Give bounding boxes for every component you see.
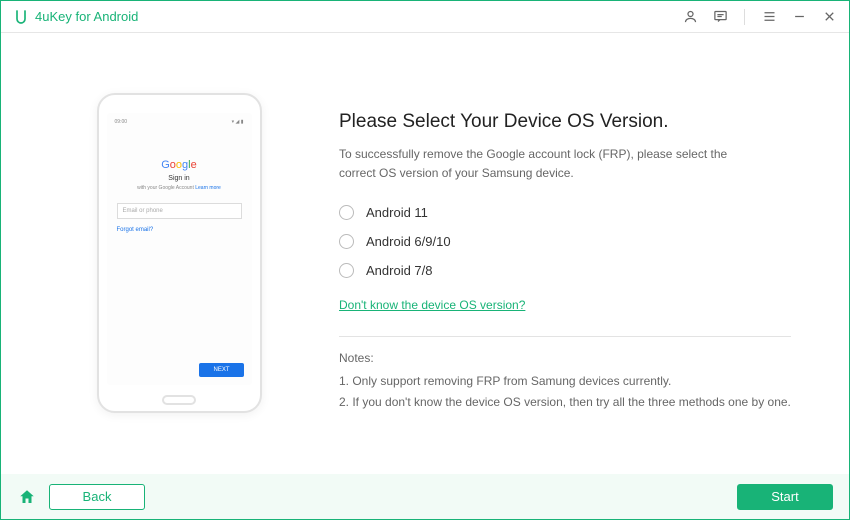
phone-frame: 09:00 ▾ ◢ ▮ Google Sign in with your Goo… (97, 93, 262, 413)
content-pane: Please Select Your Device OS Version. To… (329, 63, 821, 475)
os-option-label: Android 6/9/10 (366, 234, 451, 249)
phone-signin-heading: Sign in (113, 175, 246, 182)
phone-email-input: Email or phone (117, 203, 242, 219)
phone-signin-sub: with your Google Account Learn more (113, 185, 246, 191)
intro-text: To successfully remove the Google accoun… (339, 145, 759, 183)
back-button-label: Back (83, 489, 112, 504)
phone-status-bar: 09:00 ▾ ◢ ▮ (113, 119, 246, 129)
home-icon[interactable] (17, 487, 37, 507)
phone-home-button (162, 395, 196, 405)
account-icon[interactable] (682, 9, 698, 25)
os-option-android-7-8[interactable]: Android 7/8 (339, 263, 791, 278)
os-option-label: Android 11 (366, 205, 428, 220)
radio-icon (339, 234, 354, 249)
titlebar-divider (744, 9, 745, 25)
phone-time: 09:00 (115, 119, 128, 125)
device-preview-pane: 09:00 ▾ ◢ ▮ Google Sign in with your Goo… (29, 63, 329, 475)
close-icon[interactable] (821, 9, 837, 25)
note-line: 1. Only support removing FRP from Samung… (339, 371, 791, 391)
app-logo-icon (13, 9, 29, 25)
os-options-group: Android 11 Android 6/9/10 Android 7/8 (339, 205, 791, 278)
footer-bar: Back Start (1, 474, 849, 519)
phone-status-icons: ▾ ◢ ▮ (232, 119, 244, 125)
titlebar: 4uKey for Android (1, 1, 849, 33)
start-button[interactable]: Start (737, 484, 833, 510)
title-left: 4uKey for Android (13, 9, 138, 25)
google-logo: Google (113, 159, 246, 171)
help-link-os-version[interactable]: Don't know the device OS version? (339, 298, 525, 312)
menu-icon[interactable] (761, 9, 777, 25)
phone-forgot-link: Forgot email? (117, 227, 242, 233)
feedback-icon[interactable] (712, 9, 728, 25)
phone-next-button: NEXT (199, 363, 243, 377)
os-option-android-6-9-10[interactable]: Android 6/9/10 (339, 234, 791, 249)
main-area: 09:00 ▾ ◢ ▮ Google Sign in with your Goo… (1, 33, 849, 475)
app-title: 4uKey for Android (35, 9, 138, 24)
minimize-icon[interactable] (791, 9, 807, 25)
phone-screen: 09:00 ▾ ◢ ▮ Google Sign in with your Goo… (107, 113, 252, 385)
radio-icon (339, 263, 354, 278)
note-line: 2. If you don't know the device OS versi… (339, 392, 791, 412)
start-button-label: Start (771, 489, 798, 504)
os-option-android-11[interactable]: Android 11 (339, 205, 791, 220)
notes-divider (339, 336, 791, 337)
radio-icon (339, 205, 354, 220)
notes-heading: Notes: (339, 351, 791, 365)
page-heading: Please Select Your Device OS Version. (339, 111, 791, 133)
os-option-label: Android 7/8 (366, 263, 433, 278)
back-button[interactable]: Back (49, 484, 145, 510)
title-right (682, 9, 837, 25)
